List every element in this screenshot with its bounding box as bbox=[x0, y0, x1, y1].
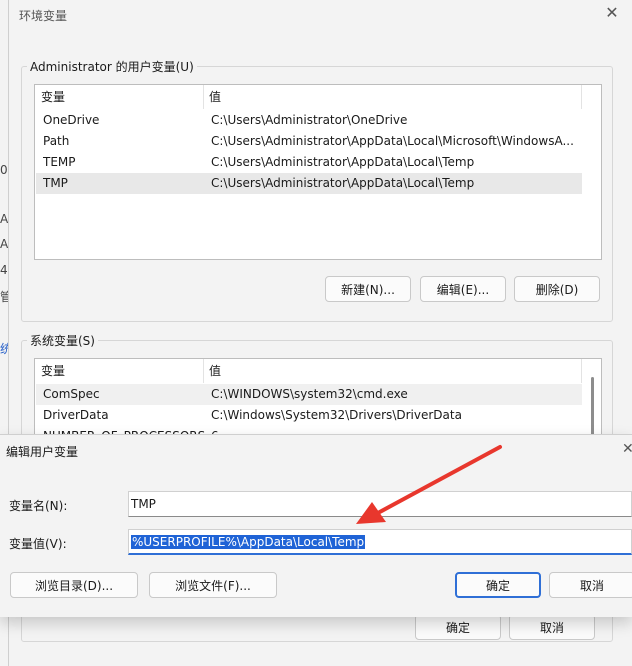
env-cancel-button[interactable]: 取消 bbox=[509, 614, 595, 640]
table-row-selected[interactable]: TMP C:\Users\Administrator\AppData\Local… bbox=[36, 173, 582, 194]
column-header-value[interactable]: 值 bbox=[203, 359, 221, 383]
ok-button[interactable]: 确定 bbox=[455, 572, 541, 598]
window-title: 环境变量 bbox=[19, 9, 68, 23]
table-row[interactable]: OneDrive C:\Users\Administrator\OneDrive bbox=[36, 110, 582, 131]
background-text: 4 bbox=[0, 263, 8, 277]
variable-value: C:\Users\Administrator\AppData\Local\Tem… bbox=[211, 155, 475, 169]
background-text: 0 bbox=[0, 163, 8, 177]
variable-name: DriverData bbox=[43, 408, 109, 422]
variable-value-text: %USERPROFILE%\AppData\Local\Temp bbox=[131, 535, 366, 549]
variable-name-text: TMP bbox=[131, 497, 156, 511]
browse-file-button[interactable]: 浏览文件(F)... bbox=[149, 572, 277, 598]
column-separator[interactable] bbox=[581, 85, 582, 109]
column-header-name[interactable]: 变量 bbox=[35, 85, 65, 109]
variable-name: TMP bbox=[43, 176, 68, 190]
table-row[interactable]: DriverData C:\Windows\System32\Drivers\D… bbox=[36, 405, 582, 426]
table-row[interactable]: TEMP C:\Users\Administrator\AppData\Loca… bbox=[36, 152, 582, 173]
edit-button[interactable]: 编辑(E)... bbox=[420, 276, 506, 302]
delete-button[interactable]: 删除(D) bbox=[514, 276, 600, 302]
browse-directory-button[interactable]: 浏览目录(D)... bbox=[10, 572, 138, 598]
env-ok-button[interactable]: 确定 bbox=[415, 614, 501, 640]
dialog-title: 编辑用户变量 bbox=[6, 445, 79, 459]
variable-value: C:\Users\Administrator\AppData\Local\Mic… bbox=[211, 134, 574, 148]
column-separator[interactable] bbox=[581, 359, 582, 383]
variable-value: C:\Users\Administrator\AppData\Local\Tem… bbox=[211, 176, 475, 190]
variable-name: Path bbox=[43, 134, 70, 148]
table-row[interactable]: ComSpec C:\WINDOWS\system32\cmd.exe bbox=[36, 384, 582, 405]
list-header: 变量 值 bbox=[35, 85, 601, 109]
close-icon[interactable]: ✕ bbox=[603, 4, 621, 22]
user-variables-list[interactable]: 变量 值 OneDrive C:\Users\Administrator\One… bbox=[34, 84, 602, 260]
variable-name-label: 变量名(N): bbox=[9, 499, 68, 513]
variable-value-input[interactable]: %USERPROFILE%\AppData\Local\Temp bbox=[128, 529, 632, 555]
edit-user-variable-dialog: 编辑用户变量 ✕ 变量名(N): TMP 变量值(V): %USERPROFIL… bbox=[0, 434, 632, 617]
list-header: 变量 值 bbox=[35, 359, 601, 383]
table-row[interactable]: Path C:\Users\Administrator\AppData\Loca… bbox=[36, 131, 582, 152]
system-variables-group-label: 系统变量(S) bbox=[27, 332, 98, 349]
background-text: A bbox=[0, 237, 9, 251]
variable-value: C:\WINDOWS\system32\cmd.exe bbox=[211, 387, 408, 401]
variable-value: C:\Windows\System32\Drivers\DriverData bbox=[211, 408, 462, 422]
user-variables-group-label: Administrator 的用户变量(U) bbox=[27, 58, 197, 75]
close-icon[interactable]: ✕ bbox=[622, 441, 632, 457]
column-header-value[interactable]: 值 bbox=[203, 85, 221, 109]
variable-name: OneDrive bbox=[43, 113, 100, 127]
column-header-name[interactable]: 变量 bbox=[35, 359, 65, 383]
variable-name: ComSpec bbox=[43, 387, 100, 401]
new-button[interactable]: 新建(N)... bbox=[325, 276, 411, 302]
background-text: A bbox=[0, 212, 9, 226]
variable-value: C:\Users\Administrator\OneDrive bbox=[211, 113, 408, 127]
variable-name: TEMP bbox=[43, 155, 76, 169]
variable-value-label: 变量值(V): bbox=[9, 537, 67, 551]
cancel-button[interactable]: 取消 bbox=[549, 572, 632, 598]
variable-name-input[interactable]: TMP bbox=[128, 491, 632, 517]
